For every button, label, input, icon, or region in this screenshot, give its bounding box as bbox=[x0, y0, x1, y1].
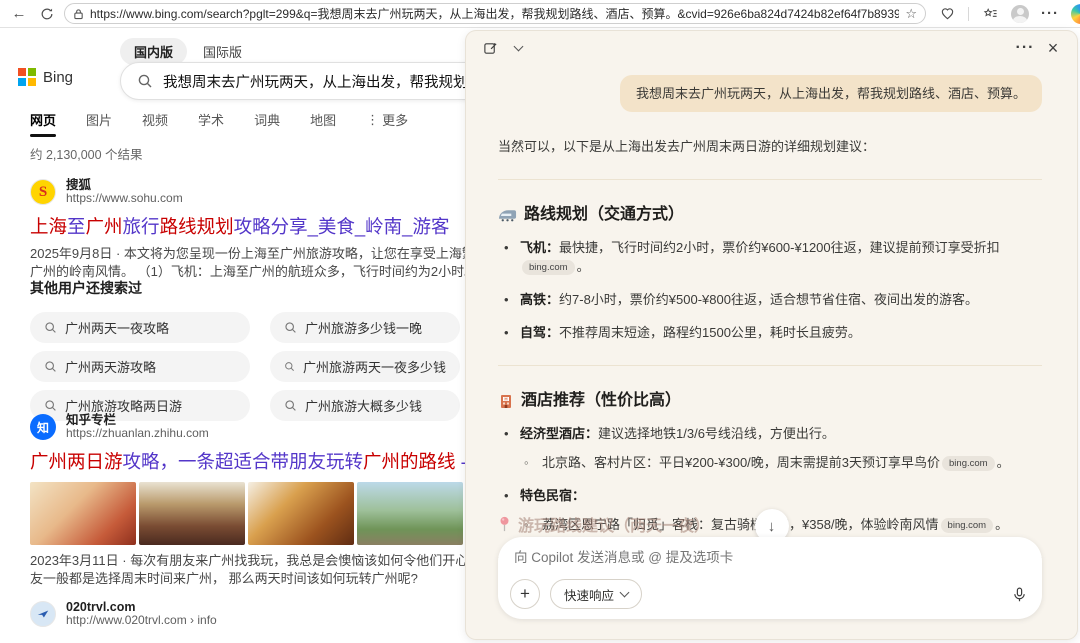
bing-logo-icon bbox=[18, 68, 36, 86]
chevron-down-icon bbox=[620, 588, 630, 598]
section-divider bbox=[498, 179, 1042, 180]
tab-more[interactable]: 更多 bbox=[366, 110, 408, 137]
tab-images[interactable]: 图片 bbox=[86, 110, 112, 137]
search-icon bbox=[44, 399, 57, 412]
toolbar-divider bbox=[968, 7, 969, 21]
toolbar-right bbox=[936, 3, 1080, 25]
thumbnail-roast-goose[interactable] bbox=[248, 482, 354, 545]
search-icon bbox=[284, 399, 297, 412]
back-icon[interactable] bbox=[8, 3, 30, 25]
bullet-highspeed-rail: 高铁：约7-8小时，票价约¥500-¥800往返，适合想节省住宿、夜间出发的游客… bbox=[498, 290, 1042, 309]
020trvl-favicon-icon bbox=[30, 601, 56, 627]
bullet-flight: 飞机：最快捷，飞行时间约2小时，票价约¥600-¥1200往返，建议提前预订享受… bbox=[498, 238, 1042, 276]
tab-academic[interactable]: 学术 bbox=[198, 110, 224, 137]
related-chip[interactable]: 广州旅游多少钱一晚 bbox=[270, 312, 460, 343]
address-bar[interactable] bbox=[64, 3, 926, 24]
zhihu-favicon-icon: 知 bbox=[30, 414, 56, 440]
panel-close-icon[interactable] bbox=[1041, 36, 1065, 60]
section-route-heading: 路线规划（交通方式） bbox=[498, 205, 1042, 224]
site-url: https://www.sohu.com bbox=[66, 192, 183, 206]
more-dots-icon bbox=[366, 112, 379, 128]
results-count: 约 2,130,000 个结果 bbox=[30, 144, 143, 163]
bullet-self-drive: 自驾：不推荐周末短途，路程约1500公里，耗时长且疲劳。 bbox=[498, 323, 1042, 342]
pin-icon bbox=[498, 516, 511, 532]
microphone-icon[interactable] bbox=[1011, 586, 1028, 603]
quick-response-selector[interactable]: 快速响应 bbox=[550, 579, 642, 609]
citation-badge[interactable]: bing.com bbox=[942, 456, 995, 471]
train-icon bbox=[498, 208, 517, 222]
edition-switch: 国内版 国际版 bbox=[120, 38, 244, 65]
bing-logo-text: Bing bbox=[43, 69, 73, 86]
svg-text:H: H bbox=[504, 396, 507, 401]
sub-bullet-beijinglu: 北京路、客村片区：平日¥200-¥300/晚，周末需提前3天预订享早鸟价bing… bbox=[520, 453, 1042, 472]
related-chip[interactable]: 广州两天一夜攻略 bbox=[30, 312, 250, 343]
chat-list-chevron-icon[interactable] bbox=[506, 36, 530, 60]
search-icon bbox=[137, 73, 153, 89]
refresh-icon[interactable] bbox=[36, 3, 58, 25]
thumbnail-restaurant[interactable] bbox=[139, 482, 245, 545]
site-name: 搜狐 bbox=[66, 178, 183, 192]
profile-avatar[interactable] bbox=[1011, 5, 1029, 23]
browser-toolbar bbox=[0, 0, 1080, 28]
edition-international[interactable]: 国际版 bbox=[201, 38, 244, 65]
serp-tabs: 网页 图片 视频 学术 词典 地图 更多 bbox=[30, 110, 408, 137]
chat-body: 我想周末去广州玩两天，从上海出发，帮我规划路线、酒店、预算。 当然可以，以下是从… bbox=[466, 75, 1077, 558]
message-composer: 快速响应 bbox=[498, 537, 1042, 619]
tab-maps[interactable]: 地图 bbox=[310, 110, 336, 137]
favorites-hub-icon[interactable] bbox=[979, 3, 1001, 25]
site-name: 020trvl.com bbox=[66, 600, 217, 614]
copilot-header bbox=[466, 31, 1077, 65]
browser-essentials-icon[interactable] bbox=[936, 3, 958, 25]
tab-web[interactable]: 网页 bbox=[30, 110, 56, 137]
site-name: 知乎专栏 bbox=[66, 413, 209, 427]
tab-videos[interactable]: 视频 bbox=[142, 110, 168, 137]
related-chip[interactable]: 广州两天游攻略 bbox=[30, 351, 250, 382]
citation-badge[interactable]: bing.com bbox=[522, 260, 575, 275]
url-input[interactable] bbox=[90, 7, 899, 21]
edition-domestic[interactable]: 国内版 bbox=[120, 38, 187, 65]
tab-dictionary[interactable]: 词典 bbox=[254, 110, 280, 137]
search-icon bbox=[284, 360, 295, 373]
site-url: http://www.020trvl.com › info bbox=[66, 614, 217, 628]
copilot-toolbar-icon[interactable] bbox=[1071, 4, 1080, 24]
bullet-budget-hotel: 经济型酒店：建议选择地铁1/3/6号线沿线，方便出行。 北京路、客村片区：平日¥… bbox=[498, 424, 1042, 472]
thumbnail-food-dish[interactable] bbox=[30, 482, 136, 545]
thumbnail-park-gate[interactable] bbox=[357, 482, 463, 545]
related-chip[interactable]: 广州旅游两天一夜多少钱 bbox=[270, 351, 460, 382]
search-icon bbox=[284, 321, 297, 334]
sohu-favicon-icon: S bbox=[30, 179, 56, 205]
section-itinerary-heading-faded: 游玩路线建议（两天一夜） bbox=[498, 512, 710, 536]
assistant-intro: 当然可以，以下是从上海出发去广州周末两日游的详细规划建议： bbox=[498, 137, 1042, 156]
section-divider bbox=[498, 365, 1042, 366]
favorite-star-icon[interactable] bbox=[905, 6, 917, 22]
user-message-bubble: 我想周末去广州玩两天，从上海出发，帮我规划路线、酒店、预算。 bbox=[620, 75, 1042, 112]
lock-icon bbox=[73, 8, 84, 20]
route-bullet-list: 飞机：最快捷，飞行时间约2小时，票价约¥600-¥1200往返，建议提前预订享受… bbox=[498, 238, 1042, 342]
panel-more-options-icon[interactable] bbox=[1013, 36, 1037, 60]
search-icon bbox=[44, 321, 57, 334]
bing-logo[interactable]: Bing bbox=[18, 68, 73, 86]
section-hotel-heading: H 酒店推荐（性价比高） bbox=[498, 391, 1042, 410]
add-attachment-button[interactable] bbox=[510, 579, 540, 609]
composer-input[interactable] bbox=[514, 550, 1026, 565]
copilot-sidebar: 我想周末去广州玩两天，从上海出发，帮我规划路线、酒店、预算。 当然可以，以下是从… bbox=[466, 31, 1077, 639]
search-icon bbox=[44, 360, 57, 373]
new-chat-icon[interactable] bbox=[478, 36, 502, 60]
hotel-icon: H bbox=[498, 393, 514, 409]
citation-badge[interactable]: bing.com bbox=[941, 518, 994, 533]
settings-menu-icon[interactable] bbox=[1039, 3, 1061, 25]
site-url: https://zhuanlan.zhihu.com bbox=[66, 427, 209, 441]
